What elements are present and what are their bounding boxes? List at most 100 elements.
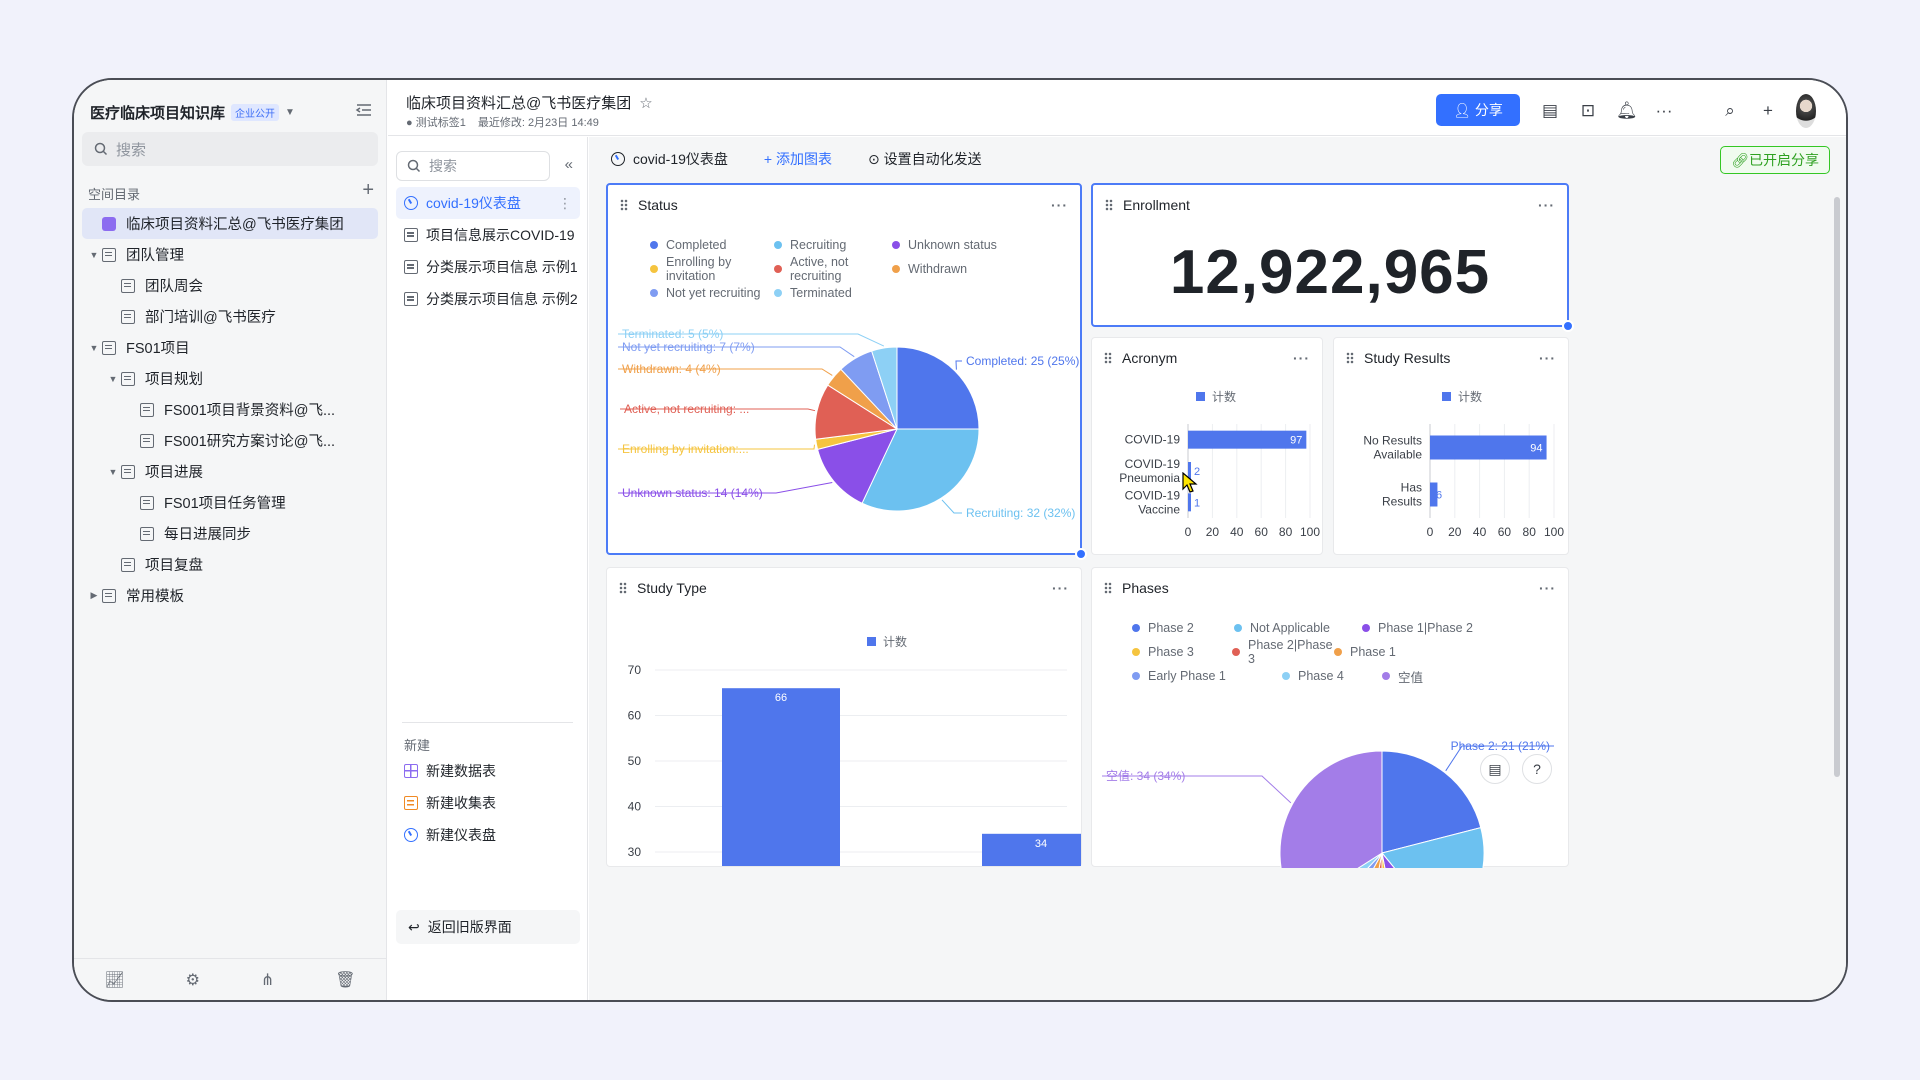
expand-toggle-icon[interactable]: ▶ bbox=[86, 590, 102, 601]
legend-item[interactable]: Active, not recruiting bbox=[774, 255, 892, 283]
legend-item[interactable]: Enrolling by invitation bbox=[650, 255, 774, 283]
expand-toggle-icon[interactable]: ▼ bbox=[86, 343, 102, 353]
bar[interactable] bbox=[1188, 493, 1191, 512]
nav-item[interactable]: 项目信息展示COVID-19 bbox=[396, 219, 580, 251]
legend-item[interactable]: Phase 2|Phase 3 bbox=[1232, 638, 1334, 666]
dashboard-name[interactable]: covid-19仪表盘 bbox=[611, 149, 728, 169]
tree-item[interactable]: 项目复盘 bbox=[82, 549, 378, 580]
gear-icon[interactable]: ⚙︎ bbox=[186, 970, 200, 990]
tree-item[interactable]: ▼ FS01项目 bbox=[82, 332, 378, 363]
more-icon[interactable]: ··· bbox=[1051, 197, 1068, 213]
robot-icon[interactable]: ⊡ bbox=[1578, 101, 1598, 121]
plus-icon[interactable]: + bbox=[1758, 101, 1778, 121]
more-icon[interactable]: ··· bbox=[1539, 580, 1556, 596]
doc-title[interactable]: 临床项目资料汇总@飞书医疗集团 bbox=[406, 92, 631, 113]
phases-pie-chart: Phase 2: 21 (21%) 空值: 34 (34%) bbox=[1102, 739, 1554, 868]
nav-search-input[interactable]: 搜索 bbox=[396, 151, 550, 181]
back-to-old-ui-button[interactable]: ↩ 返回旧版界面 bbox=[396, 910, 580, 944]
legend-item[interactable]: 空值 bbox=[1382, 664, 1484, 688]
nav-item[interactable]: 分类展示项目信息 示例1 bbox=[396, 251, 580, 283]
more-icon[interactable]: ··· bbox=[1538, 197, 1555, 213]
drag-handle-icon[interactable] bbox=[1104, 352, 1112, 364]
bar[interactable] bbox=[722, 688, 840, 866]
drag-handle-icon[interactable] bbox=[1105, 199, 1113, 211]
legend-item[interactable]: Completed bbox=[650, 233, 774, 257]
tree-item[interactable]: 每日进展同步 bbox=[82, 518, 378, 549]
more-icon[interactable]: ··· bbox=[1052, 580, 1069, 596]
bar[interactable] bbox=[1188, 430, 1307, 449]
nav-item[interactable]: 分类展示项目信息 示例2 bbox=[396, 283, 580, 315]
tree-item[interactable]: FS01项目任务管理 bbox=[82, 487, 378, 518]
bell-icon[interactable]: 🔔︎ bbox=[1616, 101, 1638, 121]
tree-item[interactable]: ▼ 团队管理 bbox=[82, 239, 378, 270]
help-icon[interactable]: ? bbox=[1522, 754, 1552, 784]
new-form-button[interactable]: 新建收集表 bbox=[396, 787, 580, 819]
collapse-sidebar-icon[interactable] bbox=[354, 100, 374, 120]
avatar[interactable] bbox=[1796, 94, 1816, 128]
trash-icon[interactable]: 🗑︎ bbox=[335, 970, 355, 990]
more-icon[interactable]: ··· bbox=[1539, 350, 1556, 366]
legend-item[interactable]: Phase 1|Phase 2 bbox=[1362, 616, 1512, 640]
tree-item[interactable]: 临床项目资料汇总@飞书医疗集团 bbox=[82, 208, 378, 239]
collapse-nav-icon[interactable]: « bbox=[565, 156, 573, 173]
drag-handle-icon[interactable] bbox=[620, 199, 628, 211]
enrollment-card[interactable]: Enrollment ··· 12,922,965 bbox=[1091, 183, 1574, 332]
stats-icon[interactable]: 📈︎ bbox=[104, 970, 124, 990]
legend-item[interactable]: Phase 3 bbox=[1132, 640, 1232, 664]
tree-item[interactable]: ▼ 项目进展 bbox=[82, 456, 378, 487]
status-chart-card[interactable]: Status ··· Completed Recruiting Unknown st… bbox=[606, 183, 1087, 560]
study-type-chart-card[interactable]: Study Type ··· 计数2030405060706634 bbox=[606, 567, 1082, 867]
document-icon[interactable]: ▤ bbox=[1480, 754, 1510, 784]
study-results-chart-card[interactable]: Study Results ··· 计数 0 20 40 60 80 100 94 No Res… bbox=[1333, 337, 1569, 555]
more-vertical-icon[interactable]: ⋮ bbox=[558, 195, 572, 212]
more-icon[interactable]: ··· bbox=[1654, 101, 1674, 121]
resize-handle[interactable] bbox=[1075, 548, 1087, 560]
tree-item[interactable]: FS001研究方案讨论@飞... bbox=[82, 425, 378, 456]
new-sheet-button[interactable]: 新建数据表 bbox=[396, 755, 580, 787]
drag-handle-icon[interactable] bbox=[1346, 352, 1354, 364]
expand-toggle-icon[interactable]: ▼ bbox=[86, 250, 102, 260]
nav-item[interactable]: covid-19仪表盘 ⋮ bbox=[396, 187, 580, 219]
doc-tag[interactable]: ● 测试标签1 bbox=[406, 114, 466, 130]
legend-item[interactable]: Recruiting bbox=[774, 233, 892, 257]
shared-status-button[interactable]: 🔗︎ 已开启分享 bbox=[1720, 146, 1830, 174]
share-nodes-icon[interactable]: ⋔ bbox=[261, 970, 274, 990]
workspace-switcher[interactable]: 医疗临床项目知识库 企业公开 ▼ bbox=[90, 102, 295, 123]
legend-item[interactable]: Phase 1 bbox=[1334, 640, 1462, 664]
add-chart-button[interactable]: + 添加图表 bbox=[764, 149, 832, 169]
sidebar-search-input[interactable]: 搜索 bbox=[82, 132, 378, 166]
scrollbar[interactable] bbox=[1834, 197, 1840, 777]
document-info-icon[interactable]: ▤ bbox=[1540, 101, 1560, 121]
tree-item[interactable]: 部门培训@飞书医疗 bbox=[82, 301, 378, 332]
tree-item[interactable]: ▼ 项目规划 bbox=[82, 363, 378, 394]
bar[interactable] bbox=[982, 833, 1081, 866]
legend-item[interactable]: Not yet recruiting bbox=[650, 281, 774, 305]
legend-item[interactable]: Early Phase 1 bbox=[1132, 664, 1282, 688]
legend-item[interactable]: Unknown status bbox=[892, 233, 1042, 257]
more-icon[interactable]: ··· bbox=[1293, 350, 1310, 366]
expand-toggle-icon[interactable]: ▼ bbox=[105, 467, 121, 477]
expand-toggle-icon[interactable]: ▼ bbox=[105, 374, 121, 384]
phases-chart-card[interactable]: Phases ··· Phase 2 Not Applicable Phase 1|… bbox=[1091, 567, 1569, 868]
pie-slice[interactable] bbox=[1279, 750, 1383, 868]
add-page-icon[interactable]: + bbox=[362, 180, 374, 200]
tree-item[interactable]: 团队周会 bbox=[82, 270, 378, 301]
star-icon[interactable]: ☆ bbox=[639, 94, 652, 112]
drag-handle-icon[interactable] bbox=[1104, 582, 1112, 594]
drag-handle-icon[interactable] bbox=[619, 582, 627, 594]
legend-item[interactable]: Terminated bbox=[774, 281, 892, 305]
search-icon[interactable]: ⌕ bbox=[1720, 101, 1740, 121]
legend-item[interactable]: Not Applicable bbox=[1234, 616, 1362, 640]
legend-item[interactable]: Withdrawn bbox=[892, 257, 1042, 281]
share-button[interactable]: 👤︎ 分享 bbox=[1436, 94, 1520, 126]
legend-item[interactable]: Phase 2 bbox=[1132, 616, 1234, 640]
tree-item[interactable]: FS001项目背景资料@飞... bbox=[82, 394, 378, 425]
tree-item[interactable]: ▶ 常用模板 bbox=[82, 580, 378, 611]
legend-item[interactable]: Phase 4 bbox=[1282, 664, 1382, 688]
resize-handle[interactable] bbox=[1562, 320, 1574, 332]
bar[interactable] bbox=[1430, 435, 1547, 460]
bar-value-label: 34 bbox=[1035, 838, 1047, 850]
acronym-chart-card[interactable]: Acronym ··· 计数 0 20 40 60 80 100 97 COVID-19 2 COV… bbox=[1091, 337, 1323, 555]
auto-send-button[interactable]: ⊙ 设置自动化发送 bbox=[868, 149, 982, 169]
new-dash-button[interactable]: 新建仪表盘 bbox=[396, 819, 580, 851]
